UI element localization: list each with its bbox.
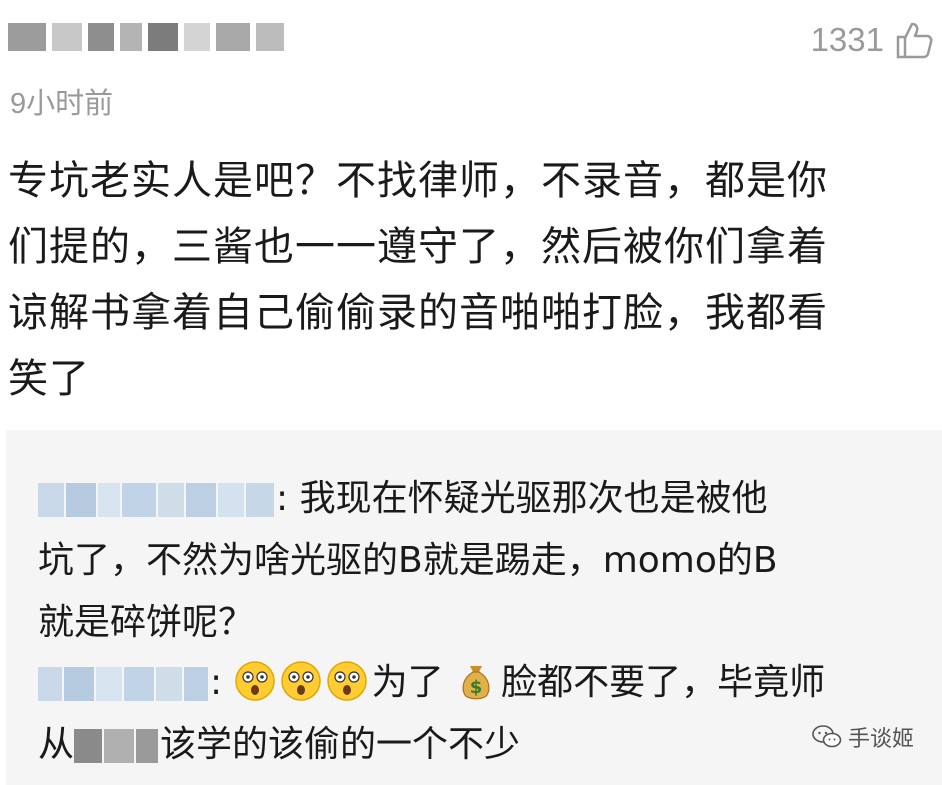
reply-text: 从 [38, 724, 75, 765]
reply-item[interactable]: : 我现在怀疑光驱那次也是被他 坑了，不然为啥光驱的B就是踢走，momo的B 就… [38, 468, 918, 654]
reply-line: 坑了，不然为啥光驱的B就是踢走，momo的B [38, 540, 778, 581]
astonished-face-icon [280, 661, 321, 701]
reply-line: : 我现在怀疑光驱那次也是被他 [38, 468, 918, 530]
reply-username-blurred[interactable] [38, 483, 274, 517]
reply-text: 脸都不要了，毕竟师 [501, 662, 826, 703]
svg-text:$: $ [470, 677, 483, 698]
reply-line: 就是碎饼呢？ [38, 602, 255, 643]
like-group[interactable]: 1331 [811, 20, 934, 60]
watermark: 手谈姬 [812, 721, 914, 753]
comment-line: 专坑老实人是吧？不找律师，不录音，都是你 [8, 158, 828, 204]
comment-timestamp: 9小时前 [10, 88, 114, 120]
wechat-icon [812, 725, 842, 748]
reply-username-blurred[interactable] [38, 667, 208, 701]
reply-item[interactable]: : 为了 $ 脸都不要了，毕竟师 从 该学的该偷的一个不少 [38, 652, 918, 776]
reply-text: 我现在怀疑光驱那次也是被他 [299, 478, 768, 519]
reply-line: : 为了 $ 脸都不要了，毕竟师 [38, 652, 918, 714]
like-count: 1331 [810, 21, 884, 58]
username-blurred[interactable] [8, 22, 288, 52]
thumbs-up-icon[interactable] [894, 20, 934, 60]
watermark-label: 手谈姬 [847, 727, 914, 752]
comment-line: 谅解书拿着自己偷偷录的音啪啪打脸，我都看 [8, 290, 828, 336]
reply-text: 该学的该偷的一个不少 [160, 724, 521, 765]
reply-separator: : [276, 478, 289, 519]
comment-text: 专坑老实人是吧？不找律师，不录音，都是你 们提的，三酱也一一遵守了，然后被你们拿… [8, 148, 928, 412]
comment-line: 们提的，三酱也一一遵守了，然后被你们拿着 [8, 224, 828, 270]
astonished-face-icon [326, 661, 367, 701]
reply-text: 为了 [371, 662, 444, 703]
comment-line: 笑了 [8, 356, 90, 402]
mention-blurred [74, 729, 159, 763]
reply-separator: : [210, 662, 223, 703]
reply-line: 从 该学的该偷的一个不少 [38, 714, 918, 776]
money-bag-icon: $ [462, 666, 490, 700]
astonished-face-icon [234, 661, 275, 701]
replies-panel: : 我现在怀疑光驱那次也是被他 坑了，不然为啥光驱的B就是踢走，momo的B 就… [6, 430, 942, 785]
